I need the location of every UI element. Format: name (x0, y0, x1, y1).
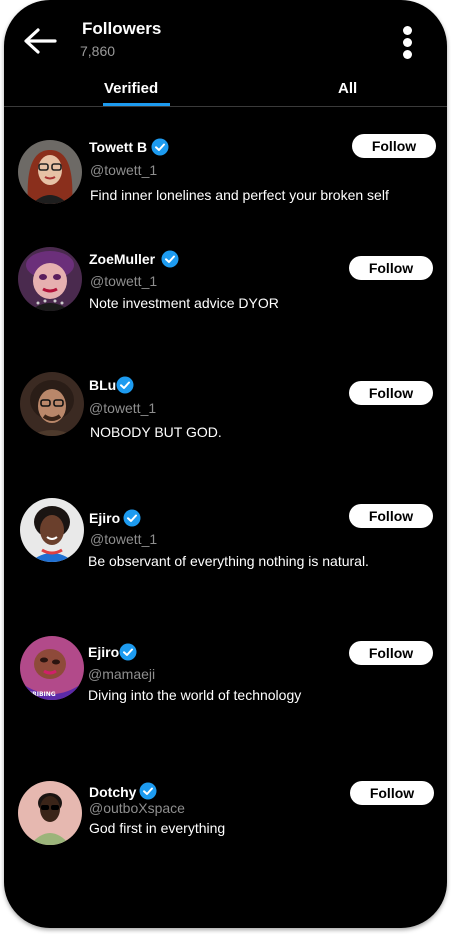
follower-name: Ejiro (89, 510, 121, 526)
avatar (20, 498, 84, 562)
follow-button[interactable]: Follow (349, 641, 433, 665)
more-options-icon[interactable] (398, 26, 418, 60)
follower-row[interactable]: Towett B @towett_1 Find inner lonelines … (4, 134, 447, 235)
verified-badge-icon (139, 782, 157, 800)
tabs-divider (4, 106, 447, 107)
follow-button[interactable]: Follow (350, 781, 434, 805)
page-title: Followers (82, 19, 162, 38)
avatar (18, 140, 82, 204)
follower-bio: Be observant of everything nothing is na… (88, 553, 369, 569)
avatar (18, 781, 82, 845)
phone-screen: Followers 7,860 Verified All Towett B @t… (4, 0, 447, 928)
follower-name: Towett B (89, 139, 148, 155)
avatar (18, 247, 82, 311)
follower-handle: @towett_1 (90, 273, 158, 289)
follower-row[interactable]: Dotchy @outboXspace God first in everyth… (4, 780, 447, 880)
verified-badge-icon (123, 509, 141, 527)
svg-text:FRIBING: FRIBING (28, 691, 56, 698)
follower-bio: Diving into the world of technology (88, 687, 302, 703)
verified-badge-icon (161, 250, 179, 268)
follower-handle: @towett_1 (89, 400, 157, 416)
tab-all[interactable]: All (338, 80, 357, 97)
follower-handle: @towett_1 (90, 162, 158, 178)
follower-row[interactable]: ZoeMuller @towett_1 Note investment advi… (4, 245, 447, 345)
back-arrow-icon[interactable] (22, 26, 58, 56)
avatar: FRIBING (20, 636, 84, 700)
follower-row[interactable]: FRIBING Ejiro @mamaeji Diving into the w… (4, 635, 447, 735)
follow-button[interactable]: Follow (349, 381, 433, 405)
follower-handle: @towett_1 (90, 531, 158, 547)
followers-count: 7,860 (80, 43, 116, 59)
follower-bio: Find inner lonelines and perfect your br… (90, 187, 389, 203)
avatar (20, 372, 84, 436)
follower-name: ZoeMuller (89, 251, 156, 267)
follower-bio: Note investment advice DYOR (89, 295, 279, 311)
follower-name: Dotchy (89, 784, 137, 800)
follower-name: BLu (89, 377, 117, 393)
follower-bio: God first in everything (89, 820, 226, 836)
follower-row[interactable]: Ejiro @towett_1 Be observant of everythi… (4, 498, 447, 598)
follower-row[interactable]: BLu @towett_1 NOBODY BUT GOD. Follow (4, 372, 447, 472)
verified-badge-icon (151, 138, 169, 156)
follow-button[interactable]: Follow (352, 134, 436, 158)
verified-badge-icon (119, 643, 137, 661)
follower-name: Ejiro (88, 644, 120, 660)
follower-handle: @outboXspace (89, 800, 185, 816)
follow-button[interactable]: Follow (349, 256, 433, 280)
follower-bio: NOBODY BUT GOD. (90, 424, 222, 440)
follow-button[interactable]: Follow (349, 504, 433, 528)
verified-badge-icon (116, 376, 134, 394)
follower-handle: @mamaeji (88, 666, 156, 682)
tab-verified[interactable]: Verified (104, 80, 158, 97)
